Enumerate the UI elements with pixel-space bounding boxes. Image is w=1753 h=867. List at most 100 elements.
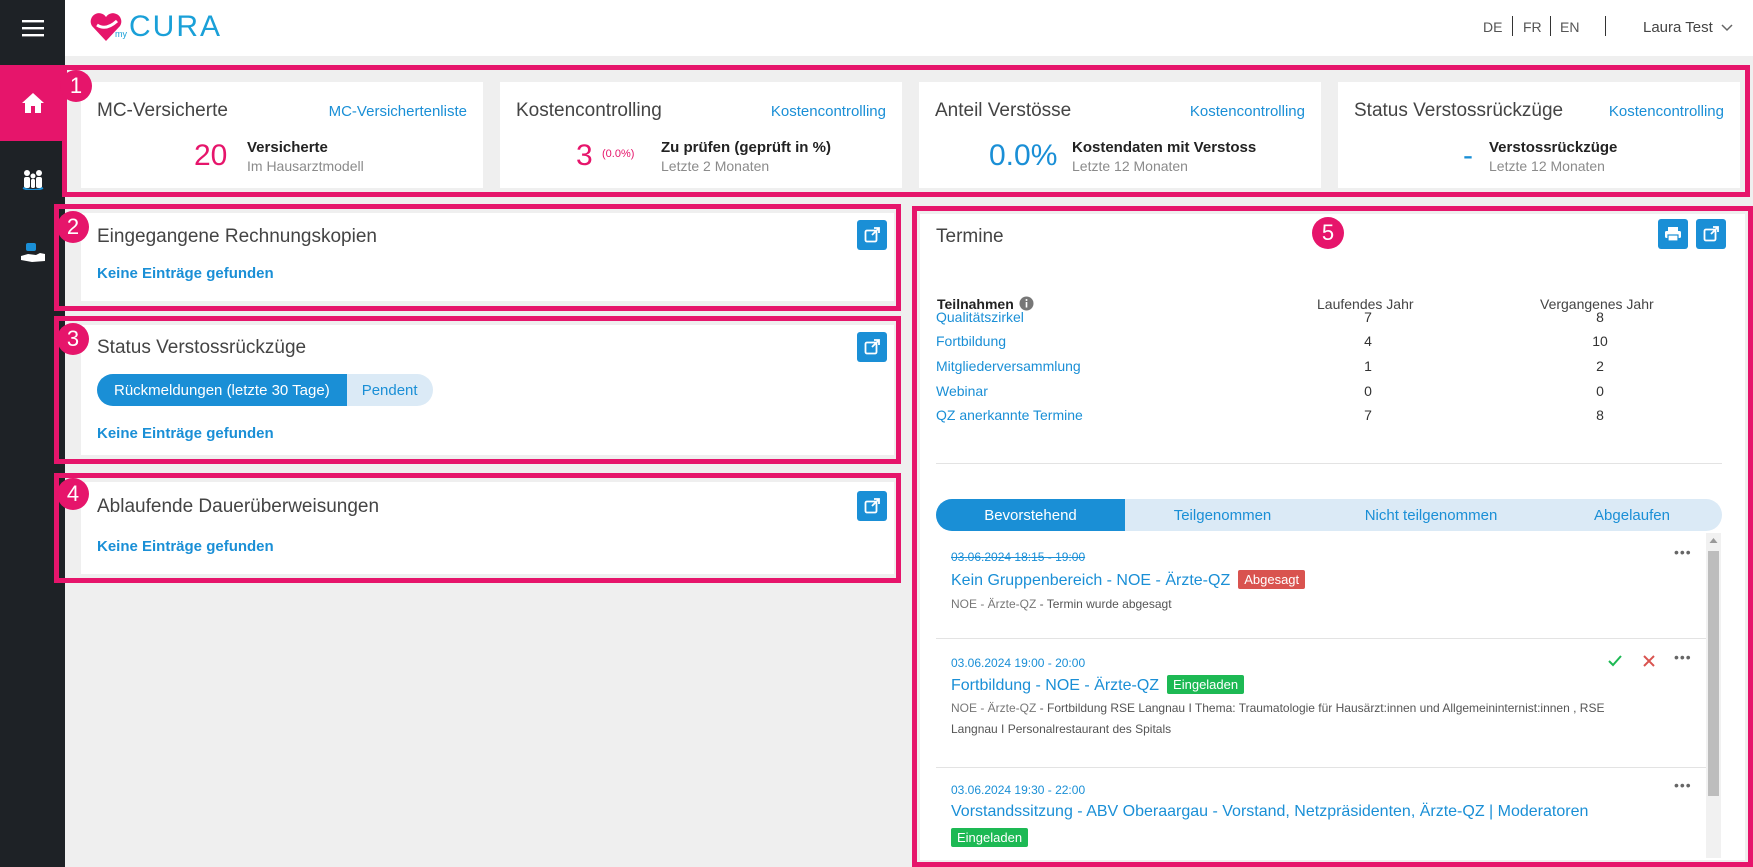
kpi-note: Im Hausarztmodell <box>247 158 364 174</box>
scrollbar-thumb[interactable] <box>1708 551 1719 796</box>
kpi-title: MC-Versicherte <box>97 100 228 121</box>
more-options-icon[interactable]: ••• <box>1674 649 1692 665</box>
stats-current: 4 <box>1364 333 1372 349</box>
stats-label[interactable]: QZ anerkannte Termine <box>936 407 1083 423</box>
open-external-button[interactable] <box>857 220 887 250</box>
feedback-toggle: Rückmeldungen (letzte 30 Tage) Pendent <box>97 374 433 406</box>
event-title[interactable]: Fortbildung - NOE - Ärzte-QZ <box>951 677 1159 694</box>
event-title-row: Fortbildung - NOE - Ärzte-QZ Eingeladen <box>951 675 1245 695</box>
tab-not-attended[interactable]: Nicht teilgenommen <box>1320 499 1542 531</box>
event-organizer: NOE - Ärzte-QZ <box>951 597 1037 611</box>
panel-invoice-copies: Eingegangene Rechnungskopien Keine Eintr… <box>81 213 894 301</box>
menu-button[interactable] <box>0 0 65 56</box>
panel-title: Ablaufende Dauerüberweisungen <box>97 496 380 517</box>
print-button[interactable] <box>1658 219 1688 249</box>
event-description: NOE - Ärzte-QZ - Fortbildung RSE Langnau… <box>951 701 1605 736</box>
open-external-button[interactable] <box>1696 219 1726 249</box>
event-title[interactable]: Vorstandssitzung - ABV Oberaargau - Vors… <box>951 803 1588 820</box>
stats-current: 7 <box>1364 407 1372 423</box>
empty-state-link[interactable]: Keine Einträge gefunden <box>97 538 274 555</box>
panel-title: Eingegangene Rechnungskopien <box>97 226 377 247</box>
more-options-icon[interactable]: ••• <box>1674 544 1692 560</box>
external-link-icon <box>864 339 880 355</box>
kpi-label: Kostendaten mit Verstoss <box>1072 139 1257 156</box>
event-title-row: Kein Gruppenbereich - NOE - Ärzte-QZ Abge… <box>951 570 1306 590</box>
decline-icon[interactable] <box>1643 655 1655 667</box>
stats-previous: 10 <box>1592 333 1608 349</box>
kpi-link[interactable]: Kostencontrolling <box>1190 103 1305 120</box>
lang-en[interactable]: EN <box>1560 19 1579 35</box>
external-link-icon <box>864 227 880 243</box>
kpi-link[interactable]: Kostencontrolling <box>1609 103 1724 120</box>
kpi-label: Versicherte <box>247 139 328 156</box>
tab-upcoming[interactable]: Bevorstehend <box>936 499 1125 531</box>
external-link-icon <box>864 498 880 514</box>
kpi-value: 20 <box>194 139 228 172</box>
annotation-badge-3: 3 <box>57 323 89 355</box>
panel-title: Status Verstossrückzüge <box>97 337 307 358</box>
chevron-down-icon <box>1721 23 1733 31</box>
stats-previous: 8 <box>1596 309 1604 325</box>
list-item: 03.06.2024 19:00 - 20:00 ••• Fortbildung… <box>936 639 1706 767</box>
panel-title: Termine <box>936 226 1004 247</box>
stats-current: 7 <box>1364 309 1372 325</box>
stats-previous: 0 <box>1596 383 1604 399</box>
header-separator <box>1605 16 1606 36</box>
external-link-icon <box>1703 226 1719 242</box>
lang-separator <box>1512 16 1513 36</box>
stats-previous: 8 <box>1596 407 1604 423</box>
toggle-pending[interactable]: Pendent <box>347 374 433 406</box>
top-bar: my CURA DE FR EN Laura Test <box>65 0 1753 56</box>
kpi-card-withdrawals: Status Verstossrückzüge Kostencontrollin… <box>1338 82 1740 188</box>
event-details: Fortbildung RSE Langnau I Thema: Traumat… <box>951 701 1605 736</box>
empty-state-link[interactable]: Keine Einträge gefunden <box>97 265 274 282</box>
tab-attended[interactable]: Teilgenommen <box>1125 499 1320 531</box>
stats-previous: 2 <box>1596 358 1604 374</box>
kpi-label: Zu prüfen (geprüft in %) <box>661 139 831 156</box>
list-item: 03.06.2024 19:30 - 22:00 ••• Vorstandssi… <box>936 768 1706 860</box>
kpi-value: - <box>1463 139 1473 172</box>
nav-home[interactable] <box>0 65 65 141</box>
kpi-link[interactable]: MC-Versichertenliste <box>329 103 467 120</box>
event-date: 03.06.2024 19:30 - 22:00 <box>951 783 1086 797</box>
accept-icon[interactable] <box>1608 655 1622 667</box>
annotation-badge-2: 2 <box>57 211 89 243</box>
kpi-note: Letzte 12 Monaten <box>1489 158 1605 174</box>
event-description: NOE - Ärzte-QZ - Termin wurde abgesagt <box>951 597 1172 611</box>
printer-icon <box>1665 227 1681 242</box>
event-organizer: NOE - Ärzte-QZ <box>951 701 1037 715</box>
app-logo[interactable]: my CURA <box>89 10 222 44</box>
stats-label[interactable]: Webinar <box>936 383 988 399</box>
lang-separator <box>1550 16 1551 36</box>
panel-withdrawal-status: Status Verstossrückzüge Rückmeldungen (l… <box>81 325 894 455</box>
group-icon <box>22 170 43 190</box>
stats-label[interactable]: Mitgliederversammlung <box>936 358 1081 374</box>
event-status-row: Eingeladen <box>951 828 1029 848</box>
lang-fr[interactable]: FR <box>1523 19 1542 35</box>
kpi-value: 3 <box>576 139 593 172</box>
stats-label[interactable]: Qualitätszirkel <box>936 309 1024 325</box>
lang-de[interactable]: DE <box>1483 19 1502 35</box>
hamburger-icon <box>21 20 44 37</box>
open-external-button[interactable] <box>857 491 887 521</box>
empty-state-link[interactable]: Keine Einträge gefunden <box>97 425 274 442</box>
stats-label[interactable]: Fortbildung <box>936 333 1006 349</box>
more-options-icon[interactable]: ••• <box>1674 777 1692 793</box>
event-title[interactable]: Kein Gruppenbereich - NOE - Ärzte-QZ <box>951 572 1230 589</box>
event-date: 03.06.2024 18:15 - 19:00 <box>951 550 1086 564</box>
list-item: 03.06.2024 18:15 - 19:00 ••• Kein Gruppe… <box>936 535 1706 635</box>
event-details: Termin wurde abgesagt <box>1046 597 1172 611</box>
logo-text: CURA <box>129 10 223 43</box>
toggle-recent-feedback[interactable]: Rückmeldungen (letzte 30 Tage) <box>97 374 347 406</box>
kpi-card-cost-control: Kostencontrolling Kostencontrolling 3 (0… <box>500 82 902 188</box>
tab-expired[interactable]: Abgelaufen <box>1542 499 1722 531</box>
kpi-title: Kostencontrolling <box>516 100 662 121</box>
status-badge: Eingeladen <box>951 828 1029 847</box>
scroll-up-icon[interactable] <box>1709 537 1718 544</box>
home-icon <box>21 93 44 113</box>
user-menu[interactable]: Laura Test <box>1643 19 1733 36</box>
open-external-button[interactable] <box>857 332 887 362</box>
user-name: Laura Test <box>1643 19 1713 36</box>
kpi-link[interactable]: Kostencontrolling <box>771 103 886 120</box>
kpi-note: Letzte 2 Monaten <box>661 158 770 174</box>
